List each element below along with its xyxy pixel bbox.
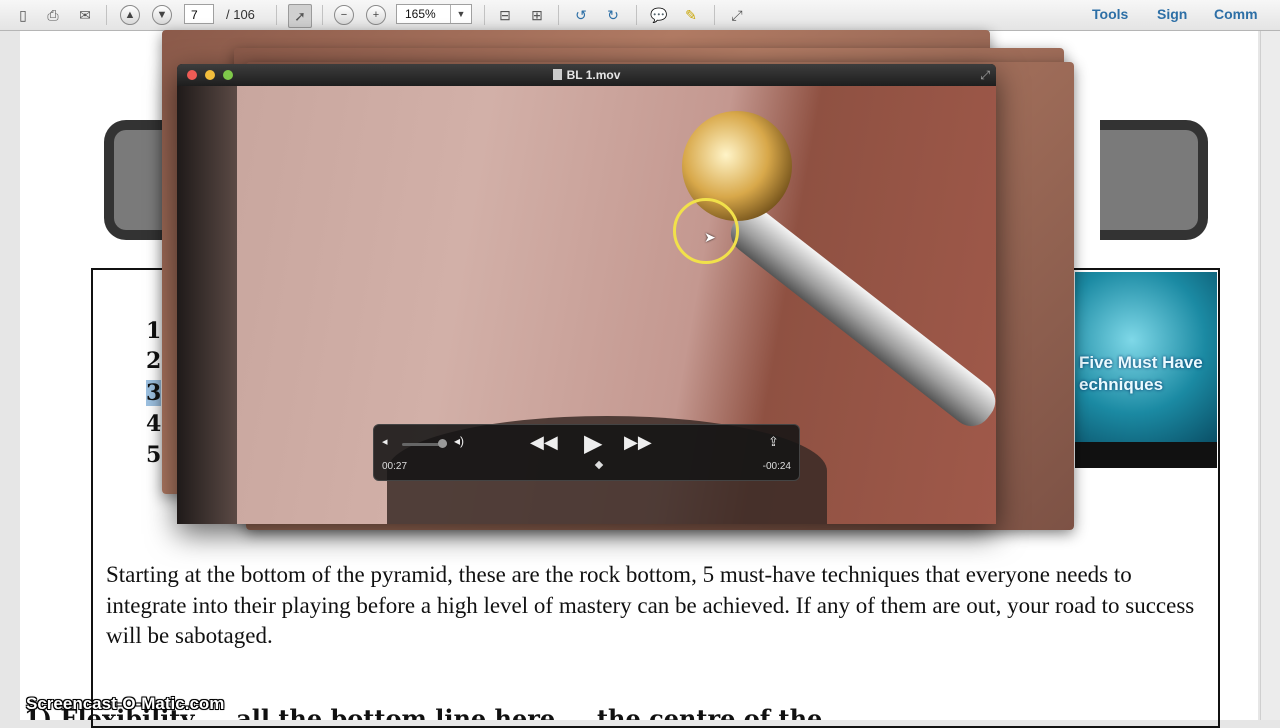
fit-width-icon[interactable]: ⊞ xyxy=(526,4,548,26)
toolbar-divider xyxy=(558,5,559,25)
body-paragraph: Starting at the bottom of the pyramid, t… xyxy=(106,562,1195,648)
comment-icon[interactable]: 💬 xyxy=(648,4,670,26)
document-icon[interactable]: ▯ xyxy=(12,4,34,26)
play-icon[interactable]: ▶ xyxy=(584,429,602,458)
remaining-time: -00:24 xyxy=(762,461,791,472)
share-icon[interactable]: ⇪ xyxy=(768,434,779,450)
pdf-toolbar: ▯ ⎙ ✉ ▲ ▼ 7 / 106 ➚ − + 165% ▼ ⊟ ⊞ ↺ ↻ 💬… xyxy=(0,0,1280,31)
mouse-cursor-icon: ➤ xyxy=(704,229,716,245)
movie-file-icon xyxy=(552,69,562,80)
video-thumbnail[interactable]: Five Must Have echniques xyxy=(1075,272,1217,468)
zoom-in-button[interactable]: + xyxy=(366,5,386,25)
playback-controls[interactable]: ◂ ◂) ◀◀ ▶ ▶▶ ⇪ 00:27 -00:24 xyxy=(373,424,800,481)
toolbar-divider xyxy=(106,5,107,25)
window-title-text: BL 1.mov xyxy=(566,68,621,82)
elapsed-time: 00:27 xyxy=(382,461,408,472)
watermark-text: Screencast-O-Matic.com xyxy=(26,694,225,713)
list-number: 3 xyxy=(146,380,162,406)
select-tool-icon[interactable]: ➚ xyxy=(288,4,312,28)
email-icon[interactable]: ✉ xyxy=(74,4,96,26)
video-shadow xyxy=(177,86,237,524)
sign-link[interactable]: Sign xyxy=(1157,6,1187,22)
volume-knob[interactable] xyxy=(438,439,447,448)
toolbar-divider xyxy=(714,5,715,25)
print-icon[interactable]: ⎙ xyxy=(42,4,64,26)
window-titlebar[interactable]: BL 1.mov ⤢ xyxy=(177,64,996,86)
tools-link[interactable]: Tools xyxy=(1092,6,1128,22)
zoom-value: 165% xyxy=(405,7,436,21)
fullscreen-icon[interactable]: ⤢ xyxy=(980,68,990,83)
video-player-window[interactable]: BL 1.mov ⤢ ➤ ◂ ◂) ◀◀ ▶ ▶▶ ⇪ 00:27 -00:24 xyxy=(177,64,996,524)
playhead[interactable] xyxy=(594,460,604,470)
page-number-input[interactable]: 7 xyxy=(184,4,214,24)
list-number: 5 xyxy=(146,442,162,468)
zoom-select[interactable]: 165% ▼ xyxy=(396,4,472,24)
page-total: / 106 xyxy=(226,7,255,22)
volume-high-icon[interactable]: ◂) xyxy=(454,434,464,448)
vertical-scrollbar[interactable] xyxy=(1260,31,1280,720)
comment-link[interactable]: Comm xyxy=(1214,6,1258,22)
toolbar-divider xyxy=(636,5,637,25)
highlight-icon[interactable]: ✎ xyxy=(680,4,702,26)
toolbar-divider xyxy=(484,5,485,25)
volume-low-icon[interactable]: ◂ xyxy=(382,435,388,448)
expand-icon[interactable]: ⤢ xyxy=(726,4,748,26)
rewind-icon[interactable]: ◀◀ xyxy=(530,432,558,453)
zoom-out-button[interactable]: − xyxy=(334,5,354,25)
list-number: 1 xyxy=(146,318,162,344)
instrument-tube xyxy=(722,200,996,435)
toolbar-divider xyxy=(276,5,277,25)
list-number: 4 xyxy=(146,411,162,437)
window-title: BL 1.mov xyxy=(177,68,996,82)
rotate-right-icon[interactable]: ↻ xyxy=(602,4,624,26)
chevron-down-icon[interactable]: ▼ xyxy=(450,5,471,23)
previous-page-button[interactable]: ▲ xyxy=(120,5,140,25)
toolbar-divider xyxy=(322,5,323,25)
list-number: 2 xyxy=(146,348,162,374)
rotate-left-icon[interactable]: ↺ xyxy=(570,4,592,26)
thumbnail-caption: Five Must Have echniques xyxy=(1079,353,1203,394)
next-page-button[interactable]: ▼ xyxy=(152,5,172,25)
fit-page-icon[interactable]: ⊟ xyxy=(494,4,516,26)
fast-forward-icon[interactable]: ▶▶ xyxy=(624,432,652,453)
pyramid-banner-right xyxy=(1100,120,1208,240)
